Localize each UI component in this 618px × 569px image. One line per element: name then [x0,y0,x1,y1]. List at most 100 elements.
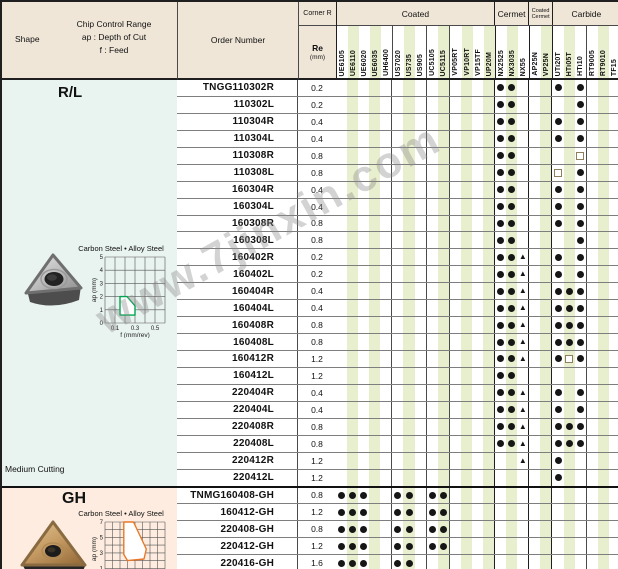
grade-cell [358,249,369,265]
grade-cell [347,216,358,232]
grade-cell [336,266,347,282]
grade-name: NX3035 [509,50,516,77]
grade-cell: ▲ [517,334,528,350]
grade-cell [506,182,517,198]
grade-cell [449,216,461,232]
grade-cell [598,97,609,113]
grade-cell [449,334,461,350]
availability-dot [577,271,584,278]
svg-text:ap (mm): ap (mm) [92,278,98,302]
grade-cell [415,148,426,164]
availability-dot [555,203,562,210]
order-number: 160412-GH [177,504,298,520]
grade-cell [438,199,449,215]
grade-cell [528,216,540,232]
grade-cell [391,97,403,113]
grade-cell [403,148,414,164]
order-number: 220408L [177,436,298,452]
grade-cell [336,131,347,147]
grade-cell [528,470,540,486]
grade-cell [391,419,403,435]
grade-cell [540,249,551,265]
grade-cell [564,199,575,215]
grade-cell [347,436,358,452]
grade-cell [494,249,506,265]
availability-dot [577,237,584,244]
chip-control-line1: Chip Control Range [62,18,166,31]
corner-radius-value: 0.4 [298,114,336,130]
table-row: 160404L0.4▲ [177,299,618,316]
grade-cell [461,488,472,504]
order-number: 160404L [177,300,298,316]
grade-cell [483,283,494,299]
grade-cell [551,351,563,367]
grade-cell [517,521,528,537]
grade-cell [336,368,347,384]
group-header: Carbide [552,2,618,25]
grade-cell [449,182,461,198]
availability-dot [555,186,562,193]
grade-cell [472,114,483,130]
grade-cell [461,232,472,248]
grade-cell [391,317,403,333]
table-row: 160408R0.8▲ [177,316,618,333]
grade-cell [598,182,609,198]
grade-cell [369,334,380,350]
grade-cell [472,199,483,215]
grade-cell [358,232,369,248]
corner-radius-value: 1.2 [298,504,336,520]
section-gh-title: GH [62,490,86,508]
availability-dot [577,355,584,362]
availability-dot [555,355,562,362]
grade-cell [528,199,540,215]
grade-cell [426,334,438,350]
grade-cell [528,453,540,469]
grade-cell [347,131,358,147]
order-number: 160412L [177,368,298,384]
order-number: 110308L [177,165,298,181]
grade-cell [540,368,551,384]
grade-cell [380,334,391,350]
grade-cell [528,131,540,147]
grade-cell [391,385,403,401]
grade-cell [506,216,517,232]
grade-cell [380,351,391,367]
grade-cell [494,402,506,418]
grade-cell [564,283,575,299]
grade-cell [586,283,598,299]
grade-cell [347,249,358,265]
grade-cell [483,385,494,401]
availability-dot [555,305,562,312]
grade-cell [564,232,575,248]
availability-dot [497,84,504,91]
grade-name: HTi05T [566,52,573,76]
grade-name: UP20M [486,52,493,76]
grade-cell [358,97,369,113]
grade-cell [403,521,414,537]
grade-cell [575,317,586,333]
grade-cell [586,351,598,367]
availability-dot [394,560,401,567]
grade-cell [575,555,586,569]
order-number: 160402R [177,249,298,265]
grade-cell [494,453,506,469]
availability-dot [555,254,562,261]
grade-cell [551,80,563,96]
grade-cell [391,232,403,248]
availability-dot [406,509,413,516]
grade-cell [461,131,472,147]
grade-cell [586,368,598,384]
corner-radius-value: 0.2 [298,249,336,265]
grade-cell [528,385,540,401]
grade-cell [575,216,586,232]
grade-cell [540,80,551,96]
grade-cell [609,504,618,520]
grade-cell [551,555,563,569]
order-number-header: Order Number [177,2,298,80]
availability-dot [577,339,584,346]
grade-cell [598,385,609,401]
grade-cell [483,488,494,504]
grade-cell [461,165,472,181]
grade-name: HTi10 [577,56,584,76]
grade-cell [506,97,517,113]
